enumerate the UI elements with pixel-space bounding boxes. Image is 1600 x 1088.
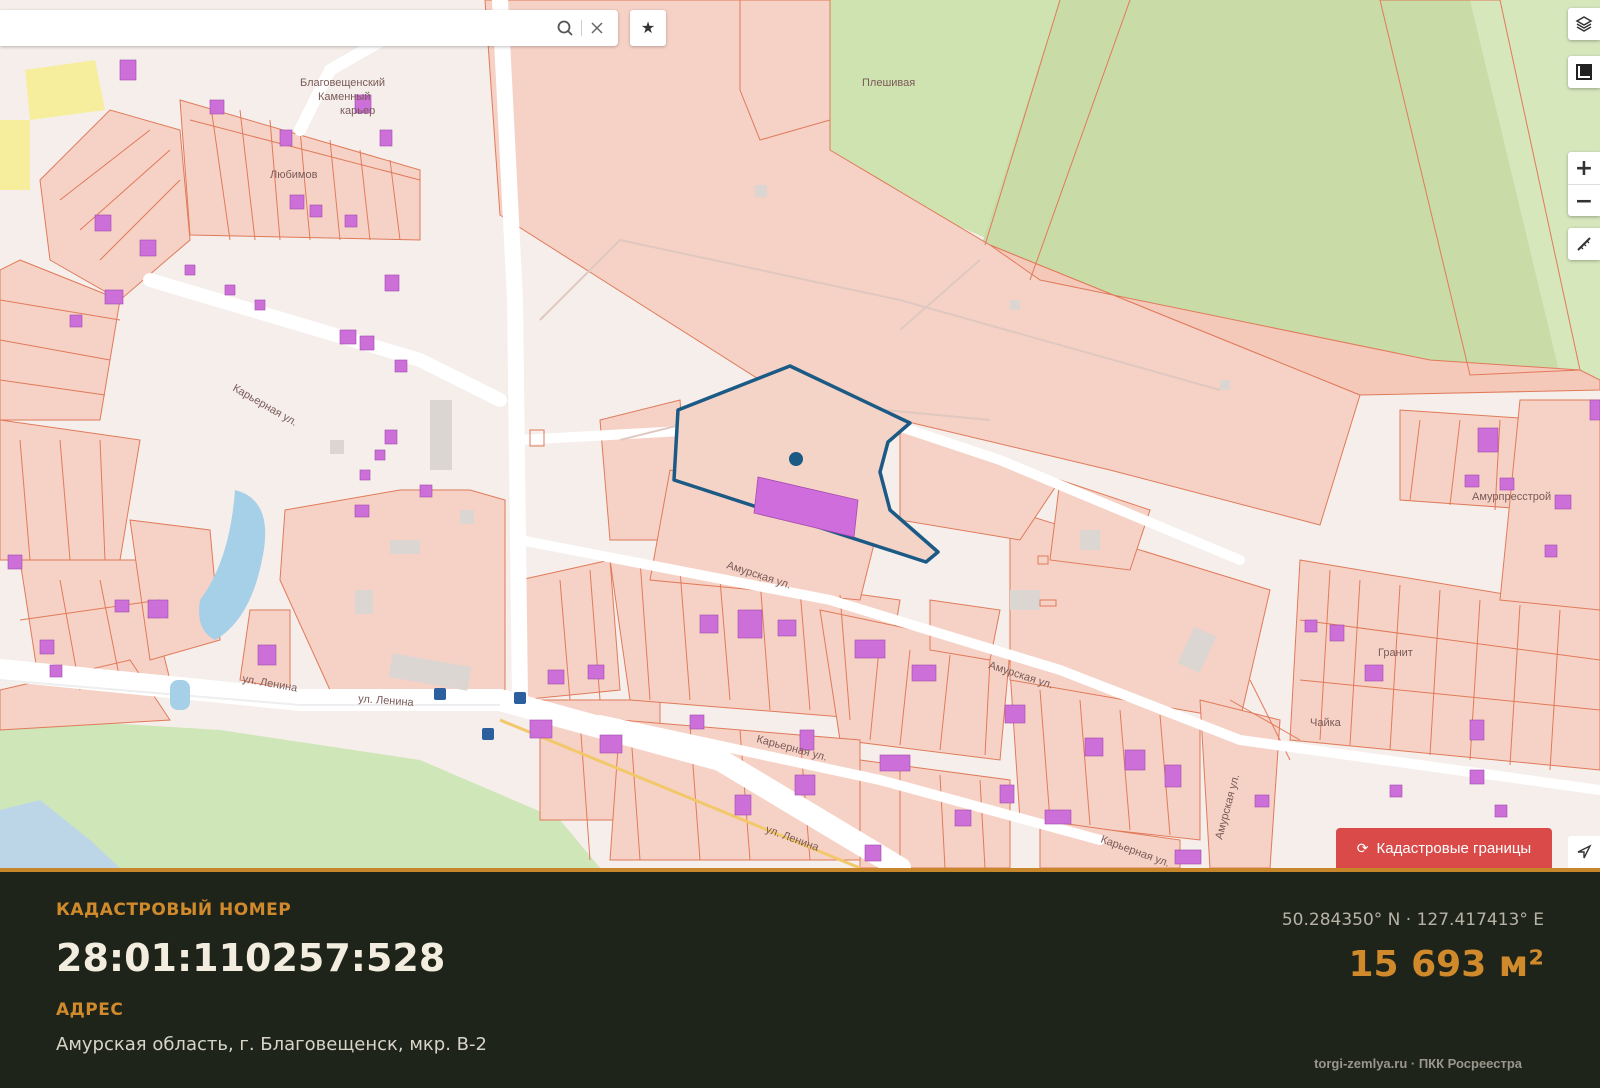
search-bar[interactable] (0, 10, 618, 46)
zoom-control[interactable]: + − (1568, 152, 1600, 216)
cadastral-number-label: КАДАСТРОВЫЙ НОМЕР (56, 900, 292, 920)
map-label: Чайка (1310, 717, 1342, 729)
close-icon[interactable] (588, 19, 606, 37)
locate-arrow-icon (1577, 844, 1592, 859)
parcel-centroid-marker[interactable] (789, 452, 803, 466)
search-separator (581, 20, 582, 36)
map-label: Каменный (318, 91, 370, 103)
map-label: Любимов (270, 169, 318, 181)
refresh-icon: ⟳ (1356, 839, 1369, 856)
measure-icon (1577, 237, 1591, 251)
map-label: карьер (340, 105, 375, 117)
cadastral-boundaries-button[interactable]: ⟳ Кадастровые границы (1336, 828, 1552, 868)
search-icon[interactable] (556, 19, 574, 37)
star-icon: ★ (640, 18, 656, 37)
coordinates: 50.284350° N · 127.417413° E (1281, 910, 1544, 930)
map-view[interactable]: Плешивая Благовещенский Каменный карьер … (0, 0, 1600, 868)
map-label: Плешивая (862, 77, 915, 89)
basemap-button[interactable] (1568, 56, 1600, 88)
parcel-info-panel: КАДАСТРОВЫЙ НОМЕР 28:01:110257:528 АДРЕС… (0, 868, 1600, 1088)
measure-button[interactable] (1568, 228, 1600, 260)
address-label: АДРЕС (56, 1000, 124, 1020)
cadastral-boundaries-label: Кадастровые границы (1376, 839, 1532, 857)
map-canvas[interactable]: Плешивая Благовещенский Каменный карьер … (0, 0, 1600, 868)
parcel-area: 15 693 м² (1348, 944, 1544, 985)
cadastral-number: 28:01:110257:528 (56, 936, 446, 980)
zoom-out-button[interactable]: − (1568, 184, 1600, 217)
layers-button[interactable] (1568, 8, 1600, 40)
map-label: Благовещенский (300, 77, 385, 89)
search-input[interactable] (10, 16, 534, 42)
favorites-button[interactable]: ★ (630, 10, 666, 46)
zoom-in-button[interactable]: + (1568, 152, 1600, 184)
map-label: Гранит (1378, 647, 1413, 659)
source-credit: torgi-zemlya.ru · ПКК Росреестра (1314, 1056, 1522, 1071)
map-label: Амурпресстрой (1472, 491, 1551, 503)
address-value: Амурская область, г. Благовещенск, мкр. … (56, 1034, 487, 1055)
basemap-icon (1576, 64, 1592, 80)
locate-button[interactable] (1568, 836, 1600, 868)
layers-icon (1575, 16, 1593, 32)
